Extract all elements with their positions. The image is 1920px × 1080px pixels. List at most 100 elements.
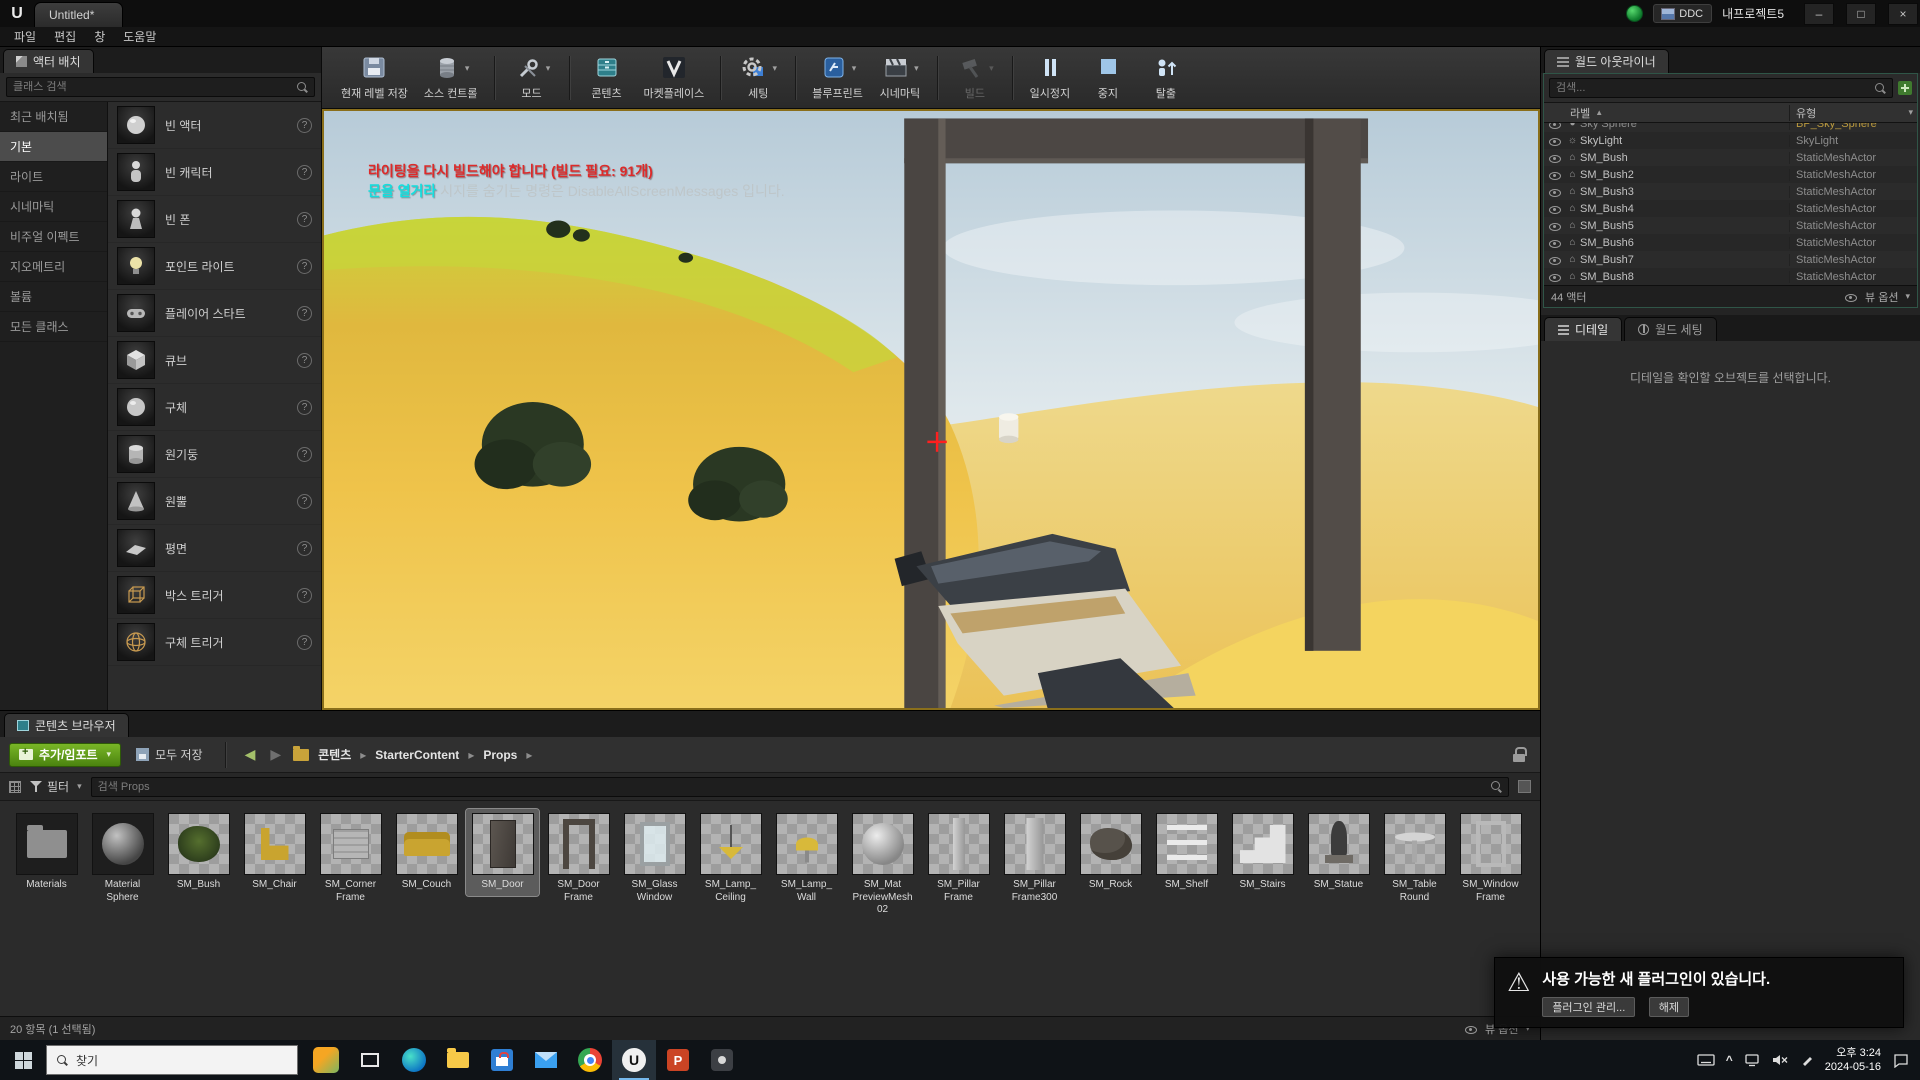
level-viewport[interactable]: 라이팅을 다시 빌드해야 합니다 (빌드 필요: 91개) 문을 열거라 시지를… [322,109,1540,710]
app-icon-mail[interactable] [524,1040,568,1080]
outliner-row[interactable]: ⌂SM_Bush7StaticMeshActor [1544,251,1917,268]
details-tab[interactable]: 디테일 [1544,317,1622,341]
dismiss-button[interactable]: 해제 [1649,997,1689,1017]
menu-file[interactable]: 파일 [6,27,44,46]
category-visual-effects[interactable]: 비주얼 이펙트 [0,222,107,252]
help-icon[interactable]: ? [297,118,312,133]
column-label[interactable]: 라벨 ▲ [1544,105,1789,121]
visibility-eye-icon[interactable] [1548,219,1561,232]
asset-tile[interactable]: Material Sphere [86,809,159,908]
outliner-row[interactable]: ⌂SM_Bush6StaticMeshActor [1544,234,1917,251]
place-item-cylinder[interactable]: 원기둥 ? [108,431,321,478]
source-control-button[interactable]: ▾ 소스 컨트롤 [417,50,485,105]
visibility-eye-icon[interactable] [1548,202,1561,215]
asset-tile[interactable]: SM_Lamp_ Ceiling [694,809,767,908]
help-icon[interactable]: ? [297,447,312,462]
save-search-icon[interactable] [1518,780,1531,793]
help-icon[interactable]: ? [297,259,312,274]
breadcrumb-startercontent[interactable]: StarterContent [375,748,459,762]
pause-button[interactable]: 일시정지 [1022,50,1078,105]
place-item-player-start[interactable]: 플레이어 스타트 ? [108,290,321,337]
help-icon[interactable]: ? [297,212,312,227]
blueprints-button[interactable]: ▾ 블루프린트 [805,50,870,105]
asset-tile[interactable]: SM_Glass Window [618,809,691,908]
asset-tile[interactable]: SM_Statue [1302,809,1375,896]
app-icon-store[interactable] [480,1040,524,1080]
sources-panel-icon[interactable] [9,781,21,793]
menu-window[interactable]: 창 [86,27,113,46]
category-recent[interactable]: 최근 배치됨 [0,102,107,132]
launcher-status-icon[interactable] [1626,5,1643,22]
asset-tile[interactable]: Materials [10,809,83,896]
asset-tile[interactable]: SM_Chair [238,809,311,896]
asset-tile-selected[interactable]: SM_Door [466,809,539,896]
help-icon[interactable]: ? [297,165,312,180]
category-geometry[interactable]: 지오메트리 [0,252,107,282]
save-current-level-button[interactable]: 현재 레벨 저장 [334,50,415,105]
add-import-button[interactable]: 추가/임포트 ▾ [9,743,121,767]
visibility-eye-icon[interactable] [1548,270,1561,283]
category-cinematic[interactable]: 시네마틱 [0,192,107,222]
modes-button[interactable]: ▾ 모드 [504,50,560,105]
manage-plugins-button[interactable]: 플러그인 관리... [1542,997,1635,1017]
asset-tile[interactable]: SM_Table Round [1378,809,1451,908]
asset-tile[interactable]: SM_Corner Frame [314,809,387,908]
touch-keyboard-icon[interactable] [1697,1053,1715,1067]
marketplace-button[interactable]: 마켓플레이스 [637,50,712,105]
asset-tile[interactable]: SM_Mat PreviewMesh 02 [846,809,919,921]
cinematics-button[interactable]: ▾ 시네마틱 [872,50,928,105]
content-button[interactable]: 콘텐츠 [579,50,635,105]
lock-icon[interactable] [1513,747,1525,762]
outliner-row[interactable]: ☼SkyLightSkyLight [1544,132,1917,149]
place-item-cone[interactable]: 원뿔 ? [108,478,321,525]
outliner-row[interactable]: ⌂SM_Bush4StaticMeshActor [1544,200,1917,217]
place-item-empty-pawn[interactable]: 빈 폰 ? [108,196,321,243]
visibility-eye-icon[interactable] [1548,236,1561,249]
filter-button[interactable]: 필터 ▾ [30,778,82,795]
class-search-box[interactable] [6,77,315,97]
app-icon-chrome[interactable] [568,1040,612,1080]
asset-tile[interactable]: SM_Pillar Frame300 [998,809,1071,908]
category-volumes[interactable]: 볼륨 [0,282,107,312]
volume-muted-icon[interactable] [1771,1053,1789,1067]
category-all-classes[interactable]: 모든 클래스 [0,312,107,342]
app-icon-powerpoint[interactable]: P [656,1040,700,1080]
category-lights[interactable]: 라이트 [0,162,107,192]
outliner-row[interactable]: ⌂SM_BushStaticMeshActor [1544,149,1917,166]
help-icon[interactable]: ? [297,635,312,650]
visibility-eye-icon[interactable] [1548,168,1561,181]
breadcrumb-props[interactable]: Props [483,748,517,762]
asset-tile[interactable]: SM_Door Frame [542,809,615,908]
place-item-empty-character[interactable]: 빈 캐릭터 ? [108,149,321,196]
category-basic[interactable]: 기본 [0,132,107,162]
outliner-row[interactable]: ⌂SM_Bush5StaticMeshActor [1544,217,1917,234]
asset-tile[interactable]: SM_Couch [390,809,463,896]
place-item-plane[interactable]: 평면 ? [108,525,321,572]
navigate-forward-button[interactable]: ▶ [267,746,284,763]
place-item-sphere[interactable]: 구체 ? [108,384,321,431]
add-actor-icon[interactable] [1898,81,1912,95]
asset-search-box[interactable] [91,777,1509,797]
task-view-button[interactable] [348,1040,392,1080]
minimize-button[interactable]: – [1804,3,1834,25]
level-tab[interactable]: Untitled* [34,2,123,27]
news-widget-button[interactable] [304,1040,348,1080]
asset-tile[interactable]: SM_Stairs [1226,809,1299,896]
start-button[interactable] [0,1040,46,1080]
action-center-icon[interactable] [1892,1053,1910,1068]
content-browser-tab[interactable]: 콘텐츠 브라우저 [4,713,129,737]
asset-tile[interactable]: SM_Shelf [1150,809,1223,896]
place-item-point-light[interactable]: 포인트 라이트 ? [108,243,321,290]
asset-tile[interactable]: SM_Lamp_ Wall [770,809,843,908]
menu-help[interactable]: 도움말 [115,27,164,46]
taskbar-search-box[interactable]: 찾기 [46,1045,298,1075]
column-type[interactable]: 유형 ▾ [1789,105,1917,121]
visibility-eye-icon[interactable] [1548,123,1561,130]
taskbar-clock[interactable]: 오후 3:24 2024-05-16 [1825,1046,1881,1075]
place-actors-tab[interactable]: 액터 배치 [3,49,94,73]
ddc-button[interactable]: DDC [1653,4,1712,23]
help-icon[interactable]: ? [297,353,312,368]
asset-tile[interactable]: SM_Bush [162,809,235,896]
settings-button[interactable]: ▾ 세팅 [730,50,786,105]
navigate-back-button[interactable]: ◀ [242,746,259,763]
